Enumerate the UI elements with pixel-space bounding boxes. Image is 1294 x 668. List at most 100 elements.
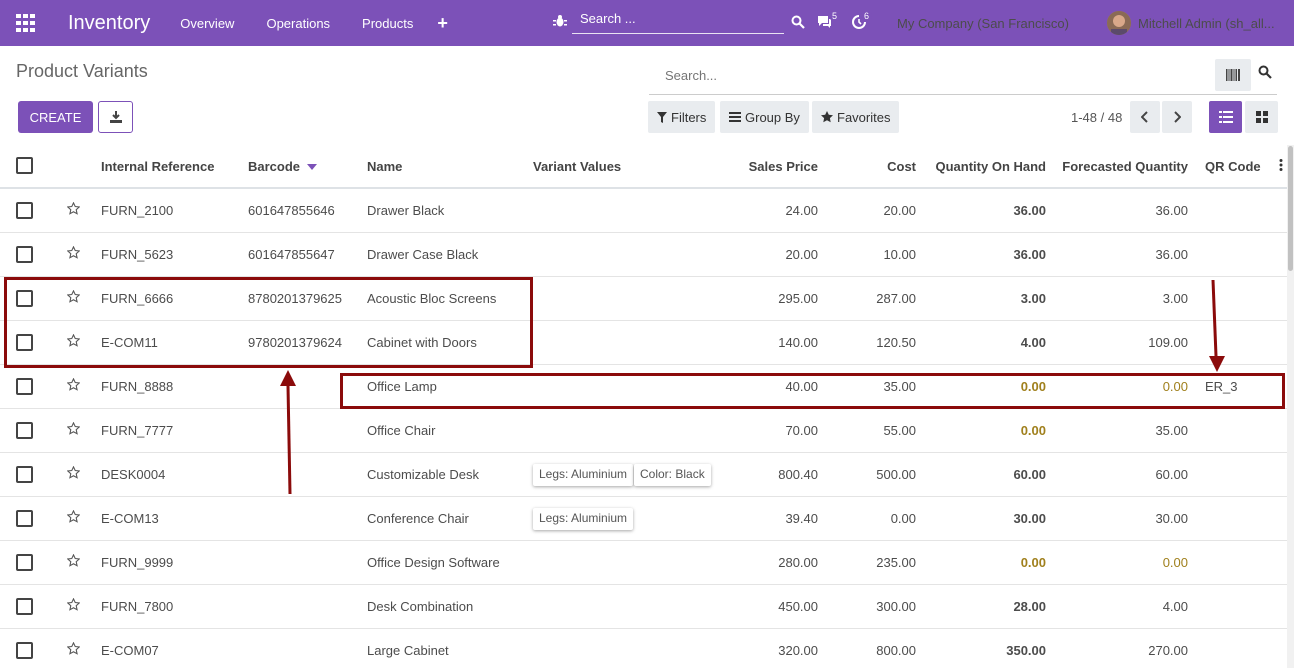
optional-columns-icon[interactable] (1279, 159, 1283, 174)
favorites-button[interactable]: Favorites (812, 101, 900, 133)
filter-icon (657, 111, 667, 123)
cell-internal-reference: DESK0004 (101, 467, 166, 482)
col-barcode[interactable]: Barcode (248, 159, 317, 174)
favorite-star-icon[interactable] (66, 465, 81, 482)
menu-products[interactable]: Products (362, 16, 413, 31)
top-search-input[interactable]: Search ... (572, 8, 784, 34)
quick-create-plus-icon[interactable]: + (437, 13, 448, 34)
row-checkbox[interactable] (16, 466, 33, 483)
cell-forecasted-quantity: 36.00 (1155, 247, 1188, 262)
table-row[interactable]: FURN_7800 Desk Combination 450.00 300.00 28.… (0, 585, 1287, 629)
favorite-star-icon[interactable] (66, 421, 81, 438)
apps-menu-icon[interactable] (0, 0, 52, 46)
col-barcode-label: Barcode (248, 159, 301, 174)
search-icon[interactable] (1258, 65, 1272, 82)
group-by-button[interactable]: Group By (720, 101, 809, 133)
cell-barcode: 601647855646 (248, 203, 335, 218)
menu-operations[interactable]: Operations (266, 16, 330, 31)
debug-bug-icon[interactable] (553, 14, 567, 31)
chevron-left-icon (1141, 111, 1148, 123)
company-switcher[interactable]: My Company (San Francisco) (897, 16, 1069, 31)
cell-sales-price: 70.00 (785, 423, 818, 438)
row-checkbox[interactable] (16, 422, 33, 439)
row-checkbox[interactable] (16, 202, 33, 219)
favorite-star-icon[interactable] (66, 641, 81, 658)
row-checkbox[interactable] (16, 378, 33, 395)
cell-sales-price: 280.00 (778, 555, 818, 570)
favorite-star-icon[interactable] (66, 201, 81, 218)
table-row[interactable]: E-COM07 Large Cabinet 320.00 800.00 350.00 27… (0, 629, 1287, 668)
export-download-button[interactable] (98, 101, 133, 133)
favorite-star-icon[interactable] (66, 377, 81, 394)
table-row[interactable]: FURN_2100 601647855646 Drawer Black 24.00 20… (0, 189, 1287, 233)
pager-previous-button[interactable] (1130, 101, 1160, 133)
row-checkbox[interactable] (16, 642, 33, 659)
table-row[interactable]: FURN_5623 601647855647 Drawer Case Black 20… (0, 233, 1287, 277)
pager-value[interactable]: 1-48 / 48 (1071, 110, 1122, 125)
cell-cost: 235.00 (876, 555, 916, 570)
table-row[interactable]: DESK0004 Customizable Desk Legs: Aluminium… (0, 453, 1287, 497)
row-checkbox[interactable] (16, 510, 33, 527)
chevron-right-icon (1174, 111, 1181, 123)
search-input[interactable] (665, 68, 1065, 83)
sort-down-icon (306, 164, 317, 170)
table-row[interactable]: E-COM13 Conference Chair Legs: Aluminium 39… (0, 497, 1287, 541)
chat-count-badge: 5 (829, 11, 841, 21)
user-menu[interactable]: Mitchell Admin (sh_all... (1138, 16, 1275, 31)
highlight-box-barcoded-rows (4, 277, 533, 368)
menu-overview[interactable]: Overview (180, 16, 234, 31)
scrollbar-thumb[interactable] (1288, 146, 1293, 271)
favorite-star-icon[interactable] (66, 597, 81, 614)
table-header: Internal Reference Barcode Name Variant … (0, 145, 1287, 189)
favorite-star-icon[interactable] (66, 553, 81, 570)
cell-name: Desk Combination (367, 599, 474, 614)
table-row[interactable]: FURN_9999 Office Design Software 280.00 235… (0, 541, 1287, 585)
col-name[interactable]: Name (367, 159, 402, 174)
col-qr-code[interactable]: QR Code (1205, 159, 1261, 174)
table-row[interactable]: FURN_7777 Office Chair 70.00 55.00 0.00 35.00 (0, 409, 1287, 453)
star-icon (821, 111, 833, 123)
cell-quantity-on-hand: 0.00 (1020, 423, 1046, 438)
favorite-star-icon[interactable] (66, 509, 81, 526)
cell-forecasted-quantity: 109.00 (1148, 335, 1188, 350)
cell-quantity-on-hand: 350.00 (1006, 643, 1046, 658)
col-variant-values[interactable]: Variant Values (533, 159, 621, 174)
create-button[interactable]: CREATE (18, 101, 93, 133)
variant-value-tag: Color: Black (634, 464, 711, 486)
cell-name: Office Design Software (367, 555, 500, 570)
cell-forecasted-quantity: 0.00 (1162, 555, 1188, 570)
col-cost[interactable]: Cost (887, 159, 916, 174)
barcode-scan-button[interactable] (1215, 59, 1251, 91)
cell-cost: 800.00 (876, 643, 916, 658)
favorite-star-icon[interactable] (66, 245, 81, 262)
select-all-checkbox[interactable] (16, 157, 33, 174)
user-avatar[interactable] (1107, 11, 1131, 35)
row-checkbox[interactable] (16, 246, 33, 263)
cell-internal-reference: FURN_9999 (101, 555, 174, 570)
activity-count-badge: 6 (861, 11, 873, 21)
kanban-view-button[interactable] (1245, 101, 1278, 133)
row-checkbox[interactable] (16, 554, 33, 571)
filters-button[interactable]: Filters (648, 101, 716, 133)
col-internal-reference[interactable]: Internal Reference (101, 159, 214, 174)
col-quantity-on-hand[interactable]: Quantity On Hand (936, 159, 1047, 174)
filters-label: Filters (671, 109, 707, 125)
cell-cost: 0.00 (890, 511, 916, 526)
cell-forecasted-quantity: 60.00 (1155, 467, 1188, 482)
pager-next-button[interactable] (1162, 101, 1192, 133)
list-view-button[interactable] (1209, 101, 1242, 133)
row-checkbox[interactable] (16, 598, 33, 615)
cell-internal-reference: FURN_7777 (101, 423, 174, 438)
cell-name: Office Chair (367, 423, 436, 438)
app-title[interactable]: Inventory (68, 12, 150, 35)
search-icon[interactable] (791, 15, 805, 32)
col-forecasted-quantity[interactable]: Forecasted Quantity (1062, 159, 1188, 174)
cell-quantity-on-hand: 60.00 (1013, 467, 1046, 482)
cell-barcode: 601647855647 (248, 247, 335, 262)
cell-cost: 287.00 (876, 291, 916, 306)
table-body: FURN_2100 601647855646 Drawer Black 24.00 20… (0, 189, 1287, 668)
list-icon (1218, 111, 1233, 123)
favorites-label: Favorites (837, 109, 891, 125)
col-sales-price[interactable]: Sales Price (749, 159, 818, 174)
cell-forecasted-quantity: 35.00 (1155, 423, 1188, 438)
